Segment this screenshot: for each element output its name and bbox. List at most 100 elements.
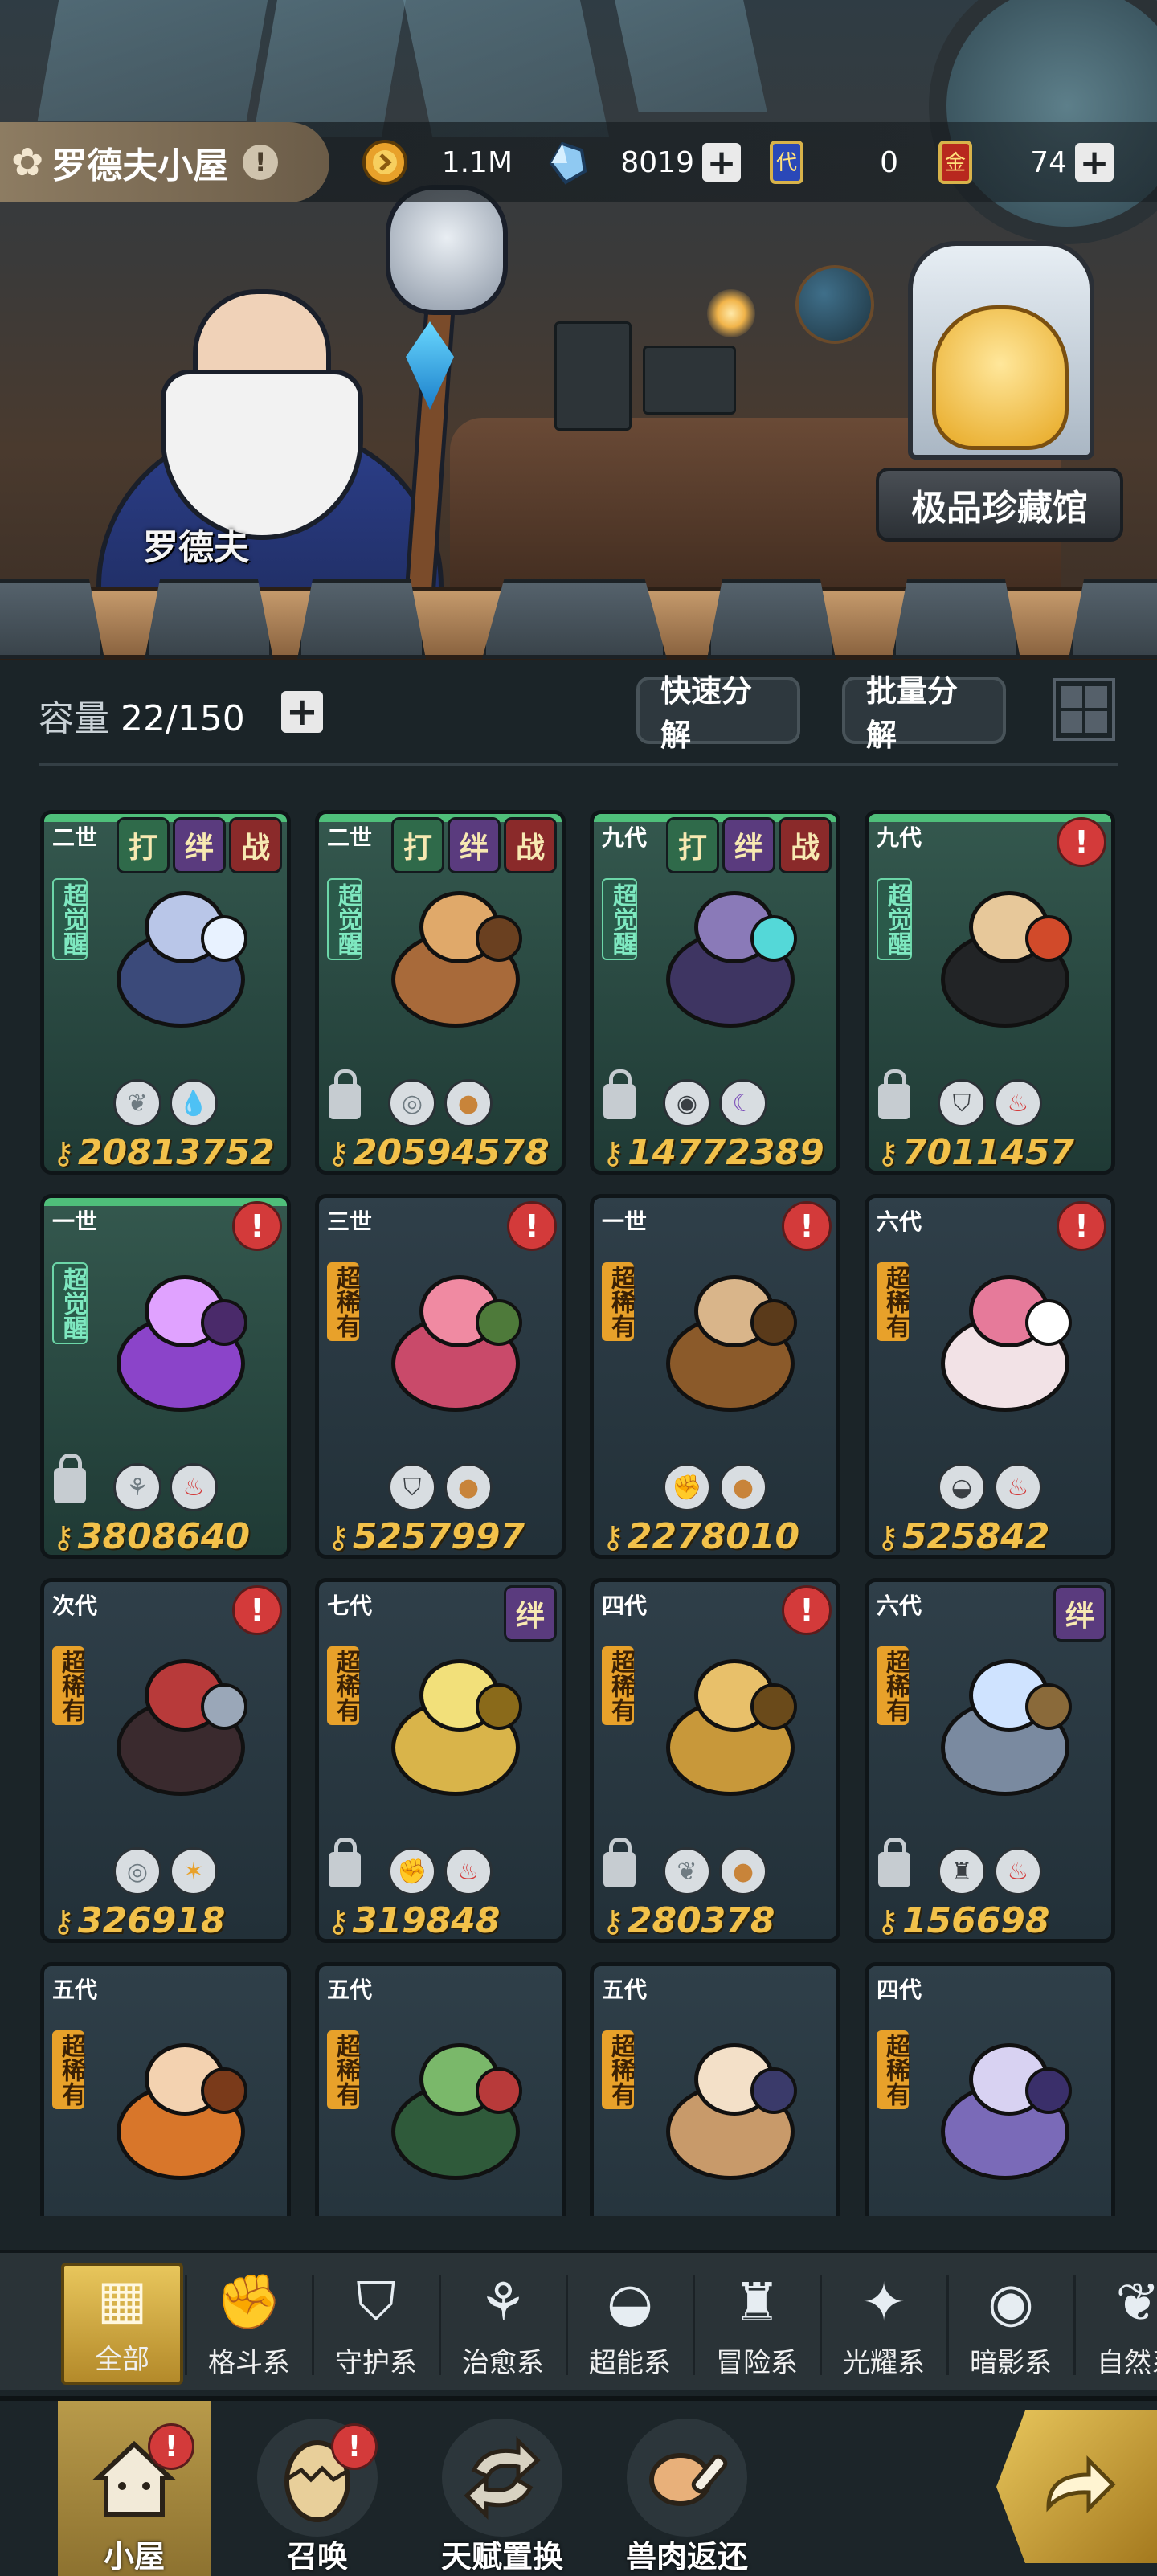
generation-label: 一世 — [602, 1208, 648, 1235]
meat-icon — [627, 2419, 747, 2537]
pet-card[interactable]: 六代 绊超稀有 ♜ ♨ ⚷ 156698 — [865, 1578, 1115, 1943]
pet-card[interactable]: 九代打绊战超觉醒 ◉ ☾ ⚷ 14772389 — [590, 810, 840, 1175]
add-crystal-button[interactable]: + — [702, 142, 741, 183]
rarity-tag: 超稀有 — [327, 1646, 360, 1725]
element-types: ⛉ ♨ — [869, 1079, 1111, 1127]
creature-accent — [1025, 2067, 1072, 2114]
batch-decompose-button[interactable]: 批量分解 — [842, 673, 1006, 753]
rarity-tag: 超觉醒 — [52, 1262, 88, 1344]
candle-light — [707, 289, 755, 337]
category-tab-label: 光耀系 — [843, 2347, 925, 2379]
leaf-icon: ❦ — [663, 1847, 711, 1895]
crystal-resource: 8019 + — [543, 138, 744, 186]
shelf-block — [707, 579, 836, 659]
power-value: 20813752 — [77, 1132, 275, 1173]
nav-item[interactable]: 天赋置换 — [426, 2401, 578, 2576]
category-tab[interactable]: ⚘ 治愈系 — [442, 2263, 564, 2385]
category-tab[interactable]: ◒ 超能系 — [569, 2263, 691, 2385]
nav-item-label: 召唤 — [286, 2539, 348, 2574]
pet-card[interactable]: 五代 超稀有 — [590, 1962, 840, 2216]
eye-icon: ◉ — [987, 2271, 1034, 2333]
nav-item-label: 小屋 — [103, 2539, 165, 2574]
category-tab[interactable]: ◉ 暗影系 — [950, 2263, 1072, 2385]
gold-statue[interactable] — [932, 305, 1069, 450]
power-value: 326918 — [77, 1900, 226, 1941]
pet-card[interactable]: 五代 超稀有 — [40, 1962, 291, 2216]
rarity-tag: 超觉醒 — [877, 878, 912, 960]
element-types: ❦ ● — [594, 1847, 836, 1895]
generation-label: 五代 — [327, 1977, 373, 2003]
trait-badge: 打 — [117, 817, 170, 873]
category-tab-label: 治愈系 — [462, 2347, 544, 2379]
pet-card[interactable]: 五代 超稀有 — [315, 1962, 566, 2216]
category-tab[interactable]: ✦ 光耀系 — [823, 2263, 945, 2385]
trait-badge: 打 — [391, 817, 444, 873]
creature-art — [650, 883, 803, 1028]
swirl-icon: ◎ — [113, 1847, 161, 1895]
power-key-icon: ⚷ — [602, 1135, 624, 1171]
alert-icon: ! — [232, 1585, 282, 1635]
element-types: ✊ ♨ — [319, 1847, 562, 1895]
element-types: ❦ 💧 — [44, 1079, 287, 1127]
element-types: ⚘ ♨ — [44, 1463, 287, 1511]
rarity-tag: 超稀有 — [327, 1262, 360, 1341]
leaf-icon: ❦ — [1115, 2271, 1157, 2333]
tab-separator — [820, 2275, 822, 2375]
quick-decompose-button[interactable]: 快速分解 — [636, 673, 800, 753]
power-rating: ⚷ 14772389 — [602, 1132, 832, 1171]
alert-icon: ! — [782, 1201, 832, 1251]
pet-card[interactable]: 二世打绊战超觉醒 ❦ 💧 ⚷ 20813752 — [40, 810, 291, 1175]
rarity-tag: 超觉醒 — [52, 878, 88, 960]
leaf-icon: ❦ — [113, 1079, 161, 1127]
return-arrow-icon — [1046, 2455, 1116, 2514]
nav-item[interactable]: ! 小屋 — [58, 2401, 211, 2576]
fire-icon: ♨ — [994, 1079, 1042, 1127]
nav-item[interactable]: 兽肉返还 — [611, 2401, 763, 2576]
pet-card[interactable]: 七代 绊超稀有 ✊ ♨ ⚷ 319848 — [315, 1578, 566, 1943]
shelf-block — [892, 579, 1020, 659]
add-gold-ticket-button[interactable]: + — [1075, 142, 1114, 183]
creature-art — [100, 1267, 253, 1412]
collection-hall-button[interactable]: 极品珍藏馆 — [876, 468, 1123, 542]
category-tab-label: 暗影系 — [970, 2347, 1052, 2379]
all-blocks-icon: ▦ — [96, 2267, 148, 2330]
tab-separator — [439, 2275, 441, 2375]
pet-card[interactable]: 二世打绊战超觉醒 ◎ ● ⚷ 20594578 — [315, 810, 566, 1175]
blue-card-icon: 代 — [763, 139, 810, 186]
pet-card[interactable]: 四代 超稀有 — [865, 1962, 1115, 2216]
card-badges: 打绊战 — [666, 817, 832, 873]
rock-icon: ● — [444, 1463, 493, 1511]
category-tab[interactable]: ✊ 格斗系 — [188, 2263, 310, 2385]
category-tab[interactable]: ⛉ 守护系 — [315, 2263, 437, 2385]
creature-accent — [1025, 915, 1072, 962]
creature-art — [100, 883, 253, 1028]
tab-separator — [946, 2275, 949, 2375]
pet-card[interactable]: 六代! 超稀有 ◒ ♨ ⚷ 525842 — [865, 1194, 1115, 1559]
generation-label: 五代 — [602, 1977, 648, 2003]
creature-art — [925, 2035, 1077, 2180]
power-value: 156698 — [901, 1900, 1050, 1941]
return-button[interactable] — [996, 2410, 1157, 2563]
creature-art — [650, 1651, 803, 1796]
pet-card[interactable]: 次代! 超稀有 ◎ ✶ ⚷ 326918 — [40, 1578, 291, 1943]
nav-item[interactable]: ! 召唤 — [241, 2401, 394, 2576]
category-tab[interactable]: ♜ 冒险系 — [696, 2263, 818, 2385]
creature-accent — [476, 915, 522, 962]
category-tab[interactable]: ❦ 自然系 — [1077, 2263, 1157, 2385]
rarity-tag: 超稀有 — [52, 2030, 85, 2109]
pet-card[interactable]: 一世! 超觉醒 ⚘ ♨ ⚷ 3808640 — [40, 1194, 291, 1559]
pet-card[interactable]: 一世! 超稀有 ✊ ● ⚷ 2278010 — [590, 1194, 840, 1559]
rock-icon: ● — [719, 1847, 767, 1895]
tab-separator — [566, 2275, 568, 2375]
info-icon[interactable]: ! — [243, 145, 279, 180]
capacity-display: 容量 22/150 — [39, 689, 245, 741]
grid-view-icon[interactable] — [1053, 678, 1115, 741]
pet-card[interactable]: 三世! 超稀有 ⛉ ● ⚷ 5257997 — [315, 1194, 566, 1559]
creature-accent — [201, 915, 247, 962]
pet-card[interactable]: 九代! 超觉醒 ⛉ ♨ ⚷ 7011457 — [865, 810, 1115, 1175]
category-tab[interactable]: ▦ 全部 — [61, 2263, 183, 2385]
expand-capacity-button[interactable]: + — [281, 689, 323, 734]
alert-icon: ! — [507, 1201, 557, 1251]
pet-card[interactable]: 四代! 超稀有 ❦ ● ⚷ 280378 — [590, 1578, 840, 1943]
creature-accent — [201, 1683, 247, 1730]
